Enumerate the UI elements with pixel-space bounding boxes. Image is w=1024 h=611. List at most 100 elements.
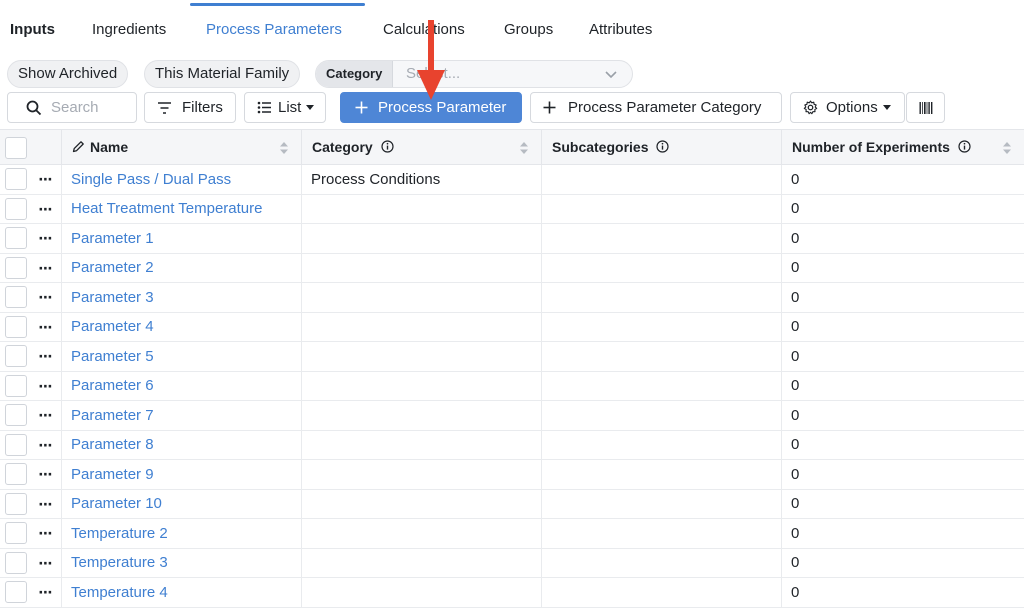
ellipsis-icon: ⋯	[38, 407, 54, 424]
tab-calculations[interactable]: Calculations	[383, 21, 465, 38]
experiments-count: 0	[791, 465, 800, 483]
row-checkbox[interactable]	[4, 315, 27, 338]
category-cell	[302, 519, 542, 548]
row-actions-menu[interactable]: ⋯	[31, 430, 62, 459]
experiments-cell: 0	[782, 372, 1024, 401]
sort-icon[interactable]	[519, 141, 529, 155]
row-checkbox[interactable]	[4, 404, 27, 427]
tab-attributes[interactable]: Attributes	[589, 21, 652, 38]
row-select-cell	[0, 254, 31, 283]
parameter-name-link[interactable]: Parameter 5	[71, 348, 154, 365]
tab-groups[interactable]: Groups	[504, 21, 553, 38]
row-actions-menu[interactable]: ⋯	[31, 548, 62, 577]
row-checkbox[interactable]	[4, 345, 27, 368]
parameter-name-link[interactable]: Temperature 4	[71, 584, 168, 601]
row-checkbox[interactable]	[4, 581, 27, 604]
row-actions-menu[interactable]: ⋯	[31, 489, 62, 518]
ellipsis-icon: ⋯	[38, 525, 54, 542]
parameter-name-link[interactable]: Parameter 6	[71, 377, 154, 394]
add-process-parameter-button[interactable]: Process Parameter	[340, 92, 522, 123]
category-column-header[interactable]: Category	[302, 130, 542, 165]
add-process-parameter-label: Process Parameter	[378, 99, 507, 116]
show-archived-toggle[interactable]: Show Archived	[7, 60, 129, 88]
row-checkbox[interactable]	[4, 374, 27, 397]
info-icon	[958, 140, 971, 153]
ellipsis-icon: ⋯	[38, 348, 54, 365]
experiments-column-header[interactable]: Number of Experiments	[782, 130, 1024, 165]
ellipsis-icon: ⋯	[38, 495, 54, 512]
row-checkbox[interactable]	[4, 463, 27, 486]
ellipsis-icon: ⋯	[38, 466, 54, 483]
row-actions-menu[interactable]: ⋯	[31, 401, 62, 430]
experiments-count: 0	[791, 583, 800, 601]
filters-button[interactable]: Filters	[144, 92, 236, 123]
search-placeholder: Search	[51, 99, 99, 116]
row-checkbox[interactable]	[4, 197, 27, 220]
caret-down-icon	[882, 105, 891, 110]
experiments-count: 0	[791, 259, 800, 277]
sort-icon[interactable]	[279, 141, 289, 155]
parameter-name-link[interactable]: Parameter 10	[71, 495, 162, 512]
parameter-name-link[interactable]: Heat Treatment Temperature	[71, 200, 262, 217]
category-filter-select[interactable]: Category Select...	[315, 60, 633, 88]
row-actions-menu[interactable]: ⋯	[31, 283, 62, 312]
parameter-name-link[interactable]: Parameter 3	[71, 289, 154, 306]
parameter-name-link[interactable]: Parameter 2	[71, 259, 154, 276]
row-actions-menu[interactable]: ⋯	[31, 224, 62, 253]
row-checkbox[interactable]	[4, 227, 27, 250]
experiments-cell: 0	[782, 578, 1024, 607]
add-process-parameter-category-button[interactable]: Process Parameter Category	[530, 92, 782, 123]
row-checkbox[interactable]	[4, 168, 27, 191]
category-cell	[302, 401, 542, 430]
parameter-name-link[interactable]: Temperature 3	[71, 554, 168, 571]
subcategories-cell	[542, 460, 782, 489]
category-cell	[302, 489, 542, 518]
row-actions-menu[interactable]: ⋯	[31, 519, 62, 548]
row-actions-menu[interactable]: ⋯	[31, 312, 62, 341]
row-actions-menu[interactable]: ⋯	[31, 165, 62, 194]
ellipsis-icon: ⋯	[38, 259, 54, 276]
experiments-count: 0	[791, 318, 800, 336]
row-checkbox[interactable]	[4, 551, 27, 574]
row-actions-menu[interactable]: ⋯	[31, 342, 62, 371]
select-all-checkbox[interactable]	[4, 136, 27, 159]
tab-inputs[interactable]: Inputs	[10, 21, 55, 38]
parameter-name-link[interactable]: Parameter 4	[71, 318, 154, 335]
name-cell: Parameter 6	[62, 371, 302, 400]
tab-ingredients[interactable]: Ingredients	[92, 21, 166, 38]
row-checkbox[interactable]	[4, 433, 27, 456]
row-actions-menu[interactable]: ⋯	[31, 194, 62, 223]
parameter-name-link[interactable]: Parameter 8	[71, 436, 154, 453]
name-column-header[interactable]: Name	[62, 130, 302, 165]
row-actions-menu[interactable]: ⋯	[31, 460, 62, 489]
list-label: List	[278, 99, 302, 116]
options-dropdown[interactable]: Options	[790, 92, 905, 123]
name-cell: Single Pass / Dual Pass	[62, 165, 302, 194]
barcode-button[interactable]	[906, 92, 945, 123]
parameter-name-link[interactable]: Temperature 2	[71, 525, 168, 542]
category-cell	[302, 430, 542, 459]
parameter-name-link[interactable]: Parameter 7	[71, 407, 154, 424]
parameter-name-link[interactable]: Parameter 9	[71, 466, 154, 483]
row-actions-menu[interactable]: ⋯	[31, 371, 62, 400]
search-input[interactable]: Search	[7, 92, 137, 123]
row-checkbox[interactable]	[4, 492, 27, 515]
name-cell: Parameter 8	[62, 430, 302, 459]
row-actions-menu[interactable]: ⋯	[31, 253, 62, 282]
this-material-family-toggle[interactable]: This Material Family	[144, 60, 301, 88]
sort-icon[interactable]	[1002, 141, 1012, 155]
subcategories-column-header[interactable]: Subcategories	[542, 130, 782, 165]
subcategories-cell	[542, 194, 782, 223]
table-row: ⋯ Parameter 4 0	[0, 312, 1024, 342]
row-checkbox[interactable]	[4, 522, 27, 545]
category-value: Process Conditions	[311, 170, 441, 188]
parameter-name-link[interactable]: Single Pass / Dual Pass	[71, 171, 231, 188]
parameter-name-link[interactable]: Parameter 1	[71, 230, 154, 247]
list-view-dropdown[interactable]: List	[244, 92, 326, 123]
row-checkbox[interactable]	[4, 256, 27, 279]
barcode-icon	[919, 101, 932, 114]
row-checkbox[interactable]	[4, 286, 27, 309]
row-select-cell	[0, 342, 31, 371]
row-actions-menu[interactable]: ⋯	[31, 578, 62, 607]
tab-process-parameters[interactable]: Process Parameters	[206, 21, 342, 38]
